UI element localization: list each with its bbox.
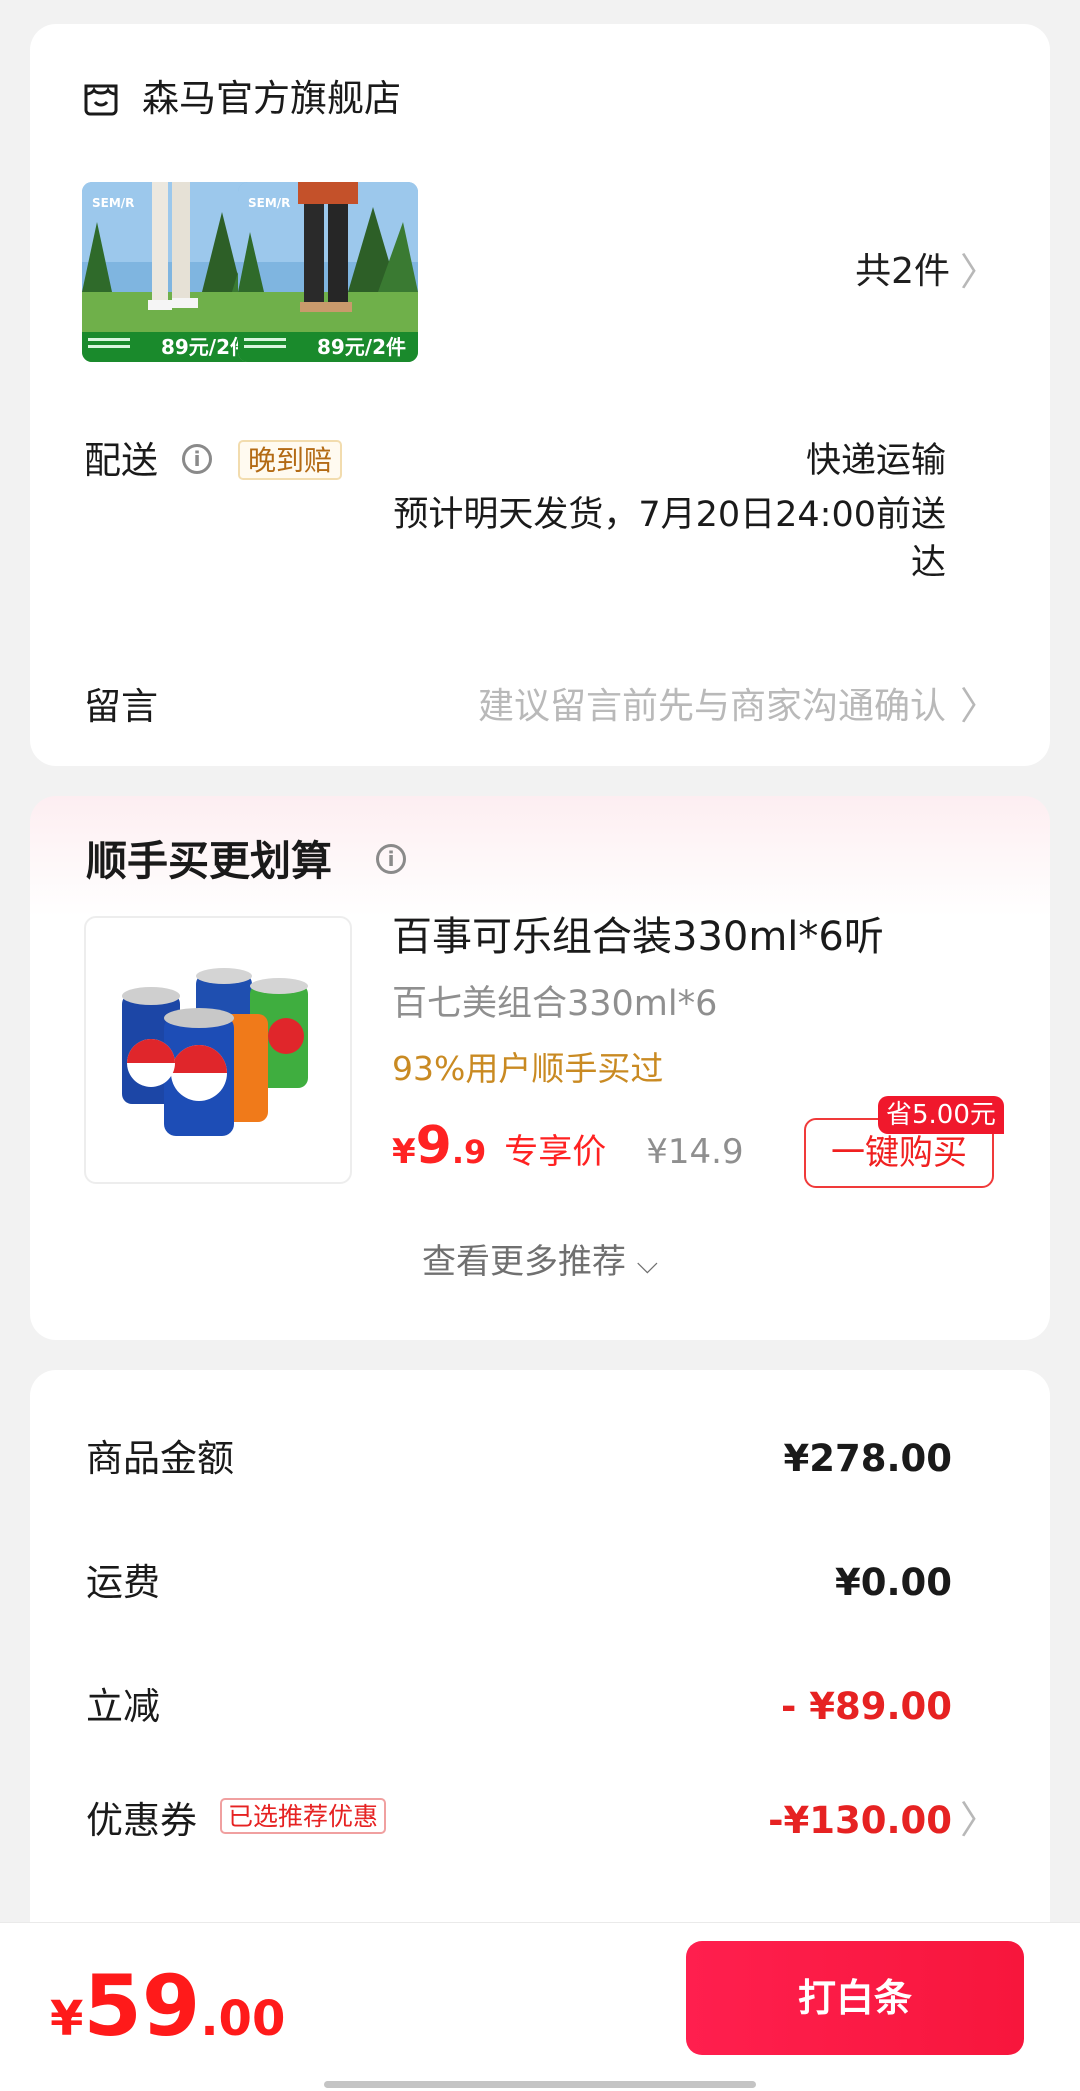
info-icon[interactable]: i [376,844,406,874]
chevron-right-icon[interactable]: 〉 [960,250,998,294]
shipping-method: 快递运输 [805,441,946,481]
total-currency: ¥ [50,1991,84,2047]
chevron-right-icon[interactable]: 〉 [960,1798,998,1842]
shipping-eta-continued: 达 [910,543,946,583]
home-indicator[interactable] [324,2081,756,2088]
shipping-fee-label: 运费 [86,1561,160,1604]
coupon-label: 优惠券 [86,1799,197,1842]
checkout-bar: ¥59.00 打白条 [0,1922,1080,2091]
thumbnail-badge-decoration [88,338,130,356]
recommend-card: 顺手买更划算 i 百事可乐组合装330ml*6听 百七美组合330ml*6 93… [30,796,1050,1340]
total-decimal: .00 [200,1991,286,2047]
product-thumbnail[interactable]: SEM/R 89元/2件 [238,182,418,362]
product-image[interactable] [84,916,352,1184]
price-decimal: .9 [451,1133,487,1171]
save-badge: 省5.00元 [878,1096,1004,1134]
price-tag: 专享价 [504,1132,607,1172]
discount-value: - ¥89.00 [780,1685,952,1728]
thumbnail-brand: SEM/R [248,196,291,210]
chevron-down-icon: ⌵ [636,1247,659,1280]
total-integer: 59 [83,1957,201,2055]
coupon-value[interactable]: -¥130.00 [768,1798,952,1844]
store-icon [84,84,118,116]
recommend-title: 顺手买更划算 [86,837,332,885]
thumbnail-brand: SEM/R [92,196,135,210]
shipping-eta: 预计明天发货，7月20日24:00前送 [393,495,946,535]
product-name[interactable]: 百事可乐组合装330ml*6听 [392,912,884,962]
product-price: ¥9.9 专享价 ¥14.9 [392,1116,744,1176]
product-spec: 百七美组合330ml*6 [392,984,718,1024]
original-price: ¥14.9 [646,1132,744,1172]
product-thumbnail[interactable]: SEM/R 89元/2件 [82,182,262,362]
store-name[interactable]: 森马官方旗舰店 [142,76,401,122]
item-count[interactable]: 共2件 [855,250,950,294]
info-icon[interactable]: i [182,444,212,474]
view-more-label: 查看更多推荐 [421,1242,626,1282]
discount-label: 立减 [86,1685,160,1728]
shipping-fee-value: ¥0.00 [834,1561,952,1604]
message-input[interactable]: 建议留言前先与商家沟通确认 [478,684,946,730]
goods-amount-value: ¥278.00 [783,1437,952,1480]
view-more-recommendations[interactable]: 查看更多推荐 ⌵ [30,1240,1050,1286]
price-currency: ¥ [392,1132,416,1172]
goods-amount-label: 商品金额 [86,1437,234,1480]
thumbnail-badge-decoration [244,338,286,356]
message-label: 留言 [84,685,158,728]
price-integer: 9 [415,1116,452,1176]
store-card: 森马官方旗舰店 SEM/R 89元/2件 SEM/R 89元/2件 共2件 〉 … [30,24,1050,766]
late-compensation-badge: 晚到赔 [238,440,343,480]
coupon-selected-badge: 已选推荐优惠 [220,1798,387,1834]
chevron-right-icon[interactable]: 〉 [960,684,998,728]
total-price: ¥59.00 [50,1957,285,2055]
pay-button[interactable]: 打白条 [686,1941,1024,2055]
product-buyers-rate: 93%用户顺手买过 [392,1049,664,1088]
delivery-label: 配送 [84,439,158,482]
